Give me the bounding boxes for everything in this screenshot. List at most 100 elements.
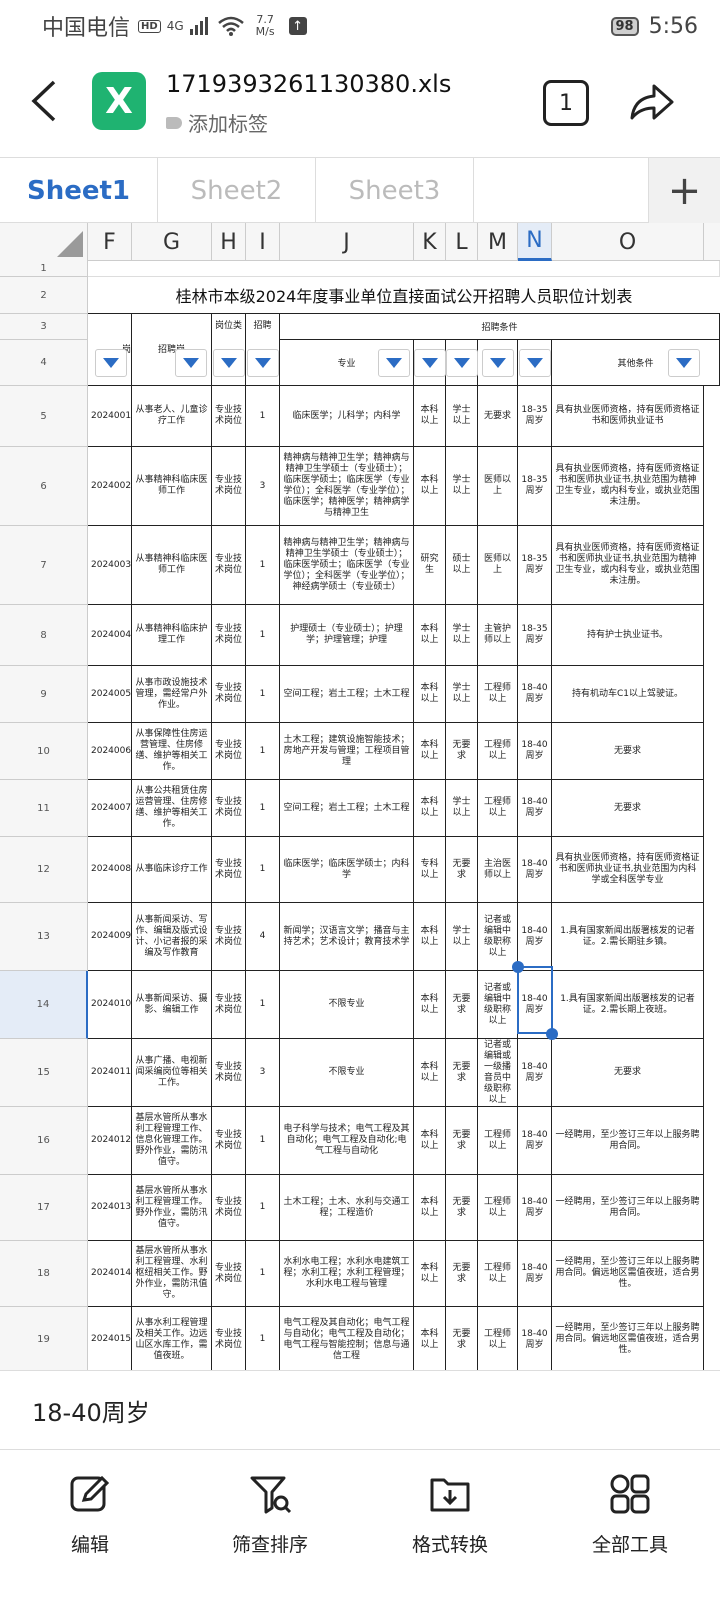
table-cell[interactable]: 2024012 <box>88 1107 132 1175</box>
table-cell[interactable]: 3 <box>246 1039 280 1107</box>
tab-sheet2[interactable]: Sheet2 <box>158 158 316 224</box>
table-cell[interactable]: 从事精神科临床医师工作 <box>132 526 212 605</box>
table-cell[interactable]: 一经聘用，至少签订三年以上服务聘用合同。偏远地区需值夜班，适合男性。 <box>552 1307 704 1370</box>
column-header-n[interactable]: N <box>518 223 552 261</box>
add-sheet-icon[interactable]: + <box>648 158 720 224</box>
table-cell[interactable]: 4 <box>246 903 280 971</box>
table-cell[interactable]: 3 <box>246 447 280 526</box>
column-header-h[interactable]: H <box>212 223 246 261</box>
column-header-m[interactable]: M <box>478 223 518 261</box>
table-cell[interactable]: 不限专业 <box>280 1039 414 1107</box>
table-cell[interactable]: 2024001 <box>88 386 132 447</box>
table-cell[interactable]: 18-35周岁 <box>518 447 552 526</box>
table-cell[interactable]: 工程师以上 <box>478 1107 518 1175</box>
filter-dropdown-icon[interactable] <box>414 349 446 377</box>
column-header-l[interactable]: L <box>446 223 478 261</box>
table-cell[interactable]: 专业技术岗位 <box>212 1241 246 1307</box>
share-icon[interactable] <box>626 78 676 128</box>
table-cell[interactable]: 无要求 <box>552 723 704 780</box>
tab-sheet1[interactable]: Sheet1 <box>0 158 158 224</box>
table-cell[interactable]: 2024013 <box>88 1175 132 1241</box>
table-cell[interactable]: 临床医学；儿科学；内科学 <box>280 386 414 447</box>
row-header[interactable]: 9 <box>0 666 88 723</box>
table-cell[interactable]: 从事市政设施技术管理，需经常户外作业。 <box>132 666 212 723</box>
table-cell[interactable]: 1 <box>246 723 280 780</box>
table-cell[interactable]: 基层水管所从事水利工程管理工作、信息化管理工作。野外作业，需防汛值守。 <box>132 1107 212 1175</box>
table-cell[interactable]: 2024005 <box>88 666 132 723</box>
table-cell[interactable]: 从事公共租赁住房运营管理、住房修缮、维护等相关工作。 <box>132 780 212 837</box>
table-cell[interactable]: 不限专业 <box>280 971 414 1039</box>
table-cell[interactable]: 18-40周岁 <box>518 1241 552 1307</box>
tab-sheet3[interactable]: Sheet3 <box>316 158 474 224</box>
table-cell[interactable]: 学士以上 <box>446 386 478 447</box>
table-cell[interactable]: 1 <box>246 971 280 1039</box>
row-header[interactable]: 16 <box>0 1107 88 1175</box>
table-cell[interactable]: 无要求 <box>446 971 478 1039</box>
header-recruit-conditions[interactable]: 招聘条件 <box>280 314 720 340</box>
table-cell[interactable]: 本科以上 <box>414 1107 446 1175</box>
window-count-button[interactable]: 1 <box>543 80 589 126</box>
table-cell[interactable]: 主管护师以上 <box>478 605 518 666</box>
table-cell[interactable]: 从事临床诊疗工作 <box>132 837 212 903</box>
table-cell[interactable]: 2024007 <box>88 780 132 837</box>
table-cell[interactable]: 专业技术岗位 <box>212 723 246 780</box>
back-arrow-icon[interactable] <box>28 78 68 128</box>
table-cell[interactable]: 2024003 <box>88 526 132 605</box>
table-cell[interactable]: 18-40周岁 <box>518 1307 552 1370</box>
table-cell[interactable]: 电气工程及其自动化；电气工程与自动化；电气工程及自动化；电气工程与智能控制；信息… <box>280 1307 414 1370</box>
select-all-corner[interactable] <box>0 223 88 261</box>
table-cell[interactable]: 一经聘用，至少签订三年以上服务聘用合同。偏远地区需值夜班，适合男性。 <box>552 1241 704 1307</box>
table-cell[interactable]: 学士以上 <box>446 780 478 837</box>
format-convert-button[interactable]: 格式转换 <box>360 1450 540 1600</box>
table-cell[interactable]: 具有执业医师资格，持有医师资格证书和医师执业证书,执业范围为内科学或全科医学专业 <box>552 837 704 903</box>
table-cell[interactable]: 1.具有国家新闻出版署核发的记者证。2.需长期驻乡镇。 <box>552 903 704 971</box>
table-cell[interactable]: 无要求 <box>552 1039 704 1107</box>
table-cell[interactable]: 18-40周岁 <box>518 780 552 837</box>
table-cell[interactable]: 1 <box>246 1241 280 1307</box>
row-header[interactable]: 13 <box>0 903 88 971</box>
table-cell[interactable]: 从事水利工程管理及相关工作。边远山区水库工作，需值夜班。 <box>132 1307 212 1370</box>
table-cell[interactable]: 1.具有国家新闻出版署核发的记者证。2.需长期上夜班。 <box>552 971 704 1039</box>
edit-button[interactable]: 编辑 <box>0 1450 180 1600</box>
table-cell[interactable]: 18-40周岁 <box>518 837 552 903</box>
table-cell[interactable]: 18-35周岁 <box>518 386 552 447</box>
row-header[interactable]: 15 <box>0 1039 88 1107</box>
table-cell[interactable]: 从事精神科临床医师工作 <box>132 447 212 526</box>
table-cell[interactable]: 18-40周岁 <box>518 666 552 723</box>
table-cell[interactable]: 学士以上 <box>446 605 478 666</box>
table-cell[interactable]: 本科以上 <box>414 1241 446 1307</box>
table-cell[interactable]: 无要求 <box>552 780 704 837</box>
table-cell[interactable]: 新闻学；汉语言文学；播音与主持艺术；艺术设计；教育技术学 <box>280 903 414 971</box>
table-cell[interactable]: 工程师以上 <box>478 723 518 780</box>
table-cell[interactable]: 本科以上 <box>414 605 446 666</box>
table-cell[interactable]: 工程师以上 <box>478 666 518 723</box>
table-cell[interactable]: 专科以上 <box>414 837 446 903</box>
table-cell[interactable]: 从事广播、电视新闻采编岗位等相关工作。 <box>132 1039 212 1107</box>
table-cell[interactable]: 2024004 <box>88 605 132 666</box>
table-cell[interactable]: 2024006 <box>88 723 132 780</box>
selected-cell-box[interactable] <box>517 966 553 1034</box>
table-cell[interactable]: 本科以上 <box>414 666 446 723</box>
table-cell[interactable]: 本科以上 <box>414 780 446 837</box>
table-cell[interactable]: 18-40周岁 <box>518 723 552 780</box>
table-cell[interactable]: 1 <box>246 666 280 723</box>
table-cell[interactable]: 具有执业医师资格，持有医师资格证书和医师执业证书 <box>552 386 704 447</box>
table-cell[interactable]: 2024002 <box>88 447 132 526</box>
filter-dropdown-icon[interactable] <box>95 349 127 377</box>
table-cell[interactable]: 专业技术岗位 <box>212 780 246 837</box>
table-cell[interactable]: 从事保障性住房运营管理、住房修缮、维护等相关工作。 <box>132 723 212 780</box>
filter-dropdown-icon[interactable] <box>446 349 478 377</box>
table-cell[interactable]: 专业技术岗位 <box>212 837 246 903</box>
table-cell[interactable]: 研究生 <box>414 526 446 605</box>
table-cell[interactable]: 专业技术岗位 <box>212 605 246 666</box>
row-header[interactable]: 2 <box>0 277 88 314</box>
selection-handle-top[interactable] <box>512 961 524 973</box>
table-cell[interactable]: 本科以上 <box>414 903 446 971</box>
table-cell[interactable]: 本科以上 <box>414 723 446 780</box>
table-cell[interactable]: 专业技术岗位 <box>212 1039 246 1107</box>
table-cell[interactable]: 专业技术岗位 <box>212 447 246 526</box>
table-cell[interactable]: 土木工程；土木、水利与交通工程；工程造价 <box>280 1175 414 1241</box>
row-header[interactable]: 10 <box>0 723 88 780</box>
table-cell[interactable]: 一经聘用，至少签订三年以上服务聘用合同。 <box>552 1175 704 1241</box>
sheet-title[interactable]: 桂林市本级2024年度事业单位直接面试公开招聘人员职位计划表 <box>88 277 720 314</box>
